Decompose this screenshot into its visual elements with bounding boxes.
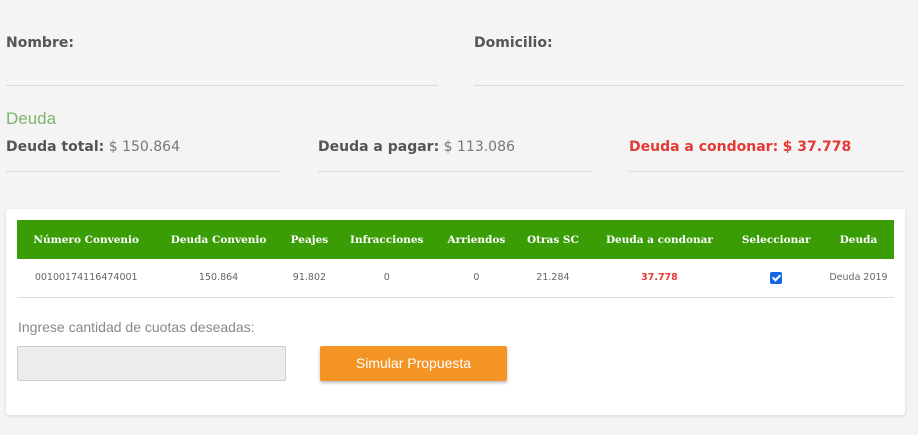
col-deuda: Deuda — [822, 220, 894, 259]
col-seleccionar: Seleccionar — [729, 220, 823, 259]
cuotas-input[interactable] — [17, 346, 286, 381]
deuda-total: Deuda total: $ 150.864 — [6, 139, 180, 155]
nombre-field-underline[interactable] — [6, 85, 438, 86]
cell-deuda-convenio: 150.864 — [155, 259, 282, 298]
cell-deuda-condonar: 37.778 — [589, 259, 730, 298]
deuda-total-value: $ 150.864 — [108, 139, 180, 155]
nombre-label: Nombre: — [6, 35, 74, 51]
table-row: 00100174116474001 150.864 91.802 0 0 21.… — [17, 259, 894, 298]
convenio-card: Número Convenio Deuda Convenio Peajes In… — [6, 209, 905, 415]
deuda-total-label: Deuda total: — [6, 139, 105, 155]
deuda-condonar-value: $ 37.778 — [782, 139, 852, 155]
col-arriendos: Arriendos — [436, 220, 517, 259]
col-deuda-convenio: Deuda Convenio — [155, 220, 282, 259]
table-header-row: Número Convenio Deuda Convenio Peajes In… — [17, 220, 894, 259]
simular-propuesta-button[interactable]: Simular Propuesta — [320, 346, 507, 381]
deuda-condonar: Deuda a condonar: $ 37.778 — [629, 139, 851, 155]
cell-infracciones: 0 — [337, 259, 437, 298]
deuda-condonar-underline — [629, 171, 905, 172]
col-infracciones: Infracciones — [337, 220, 437, 259]
col-deuda-condonar: Deuda a condonar — [589, 220, 730, 259]
cell-otras-sc: 21.284 — [516, 259, 590, 298]
deuda-pagar: Deuda a pagar: $ 113.086 — [318, 139, 515, 155]
deuda-total-underline — [6, 171, 281, 172]
cuotas-label: Ingrese cantidad de cuotas deseadas: — [18, 319, 255, 335]
cell-peajes: 91.802 — [281, 259, 338, 298]
cell-arriendos: 0 — [436, 259, 517, 298]
col-otras-sc: Otras SC — [516, 220, 590, 259]
col-numero-convenio: Número Convenio — [17, 220, 156, 259]
cell-numero-convenio: 00100174116474001 — [17, 259, 156, 298]
cell-seleccionar — [729, 259, 823, 298]
deuda-section-title: Deuda — [6, 109, 57, 128]
deuda-condonar-label: Deuda a condonar: — [629, 139, 779, 155]
convenio-table: Número Convenio Deuda Convenio Peajes In… — [17, 220, 894, 298]
deuda-pagar-label: Deuda a pagar: — [318, 139, 440, 155]
domicilio-label: Domicilio: — [474, 35, 553, 51]
seleccionar-checkbox[interactable] — [770, 271, 783, 284]
cell-deuda: Deuda 2019 — [822, 259, 894, 298]
col-peajes: Peajes — [281, 220, 338, 259]
domicilio-field-underline[interactable] — [474, 85, 905, 86]
deuda-pagar-value: $ 113.086 — [443, 139, 515, 155]
deuda-pagar-underline — [318, 171, 593, 172]
